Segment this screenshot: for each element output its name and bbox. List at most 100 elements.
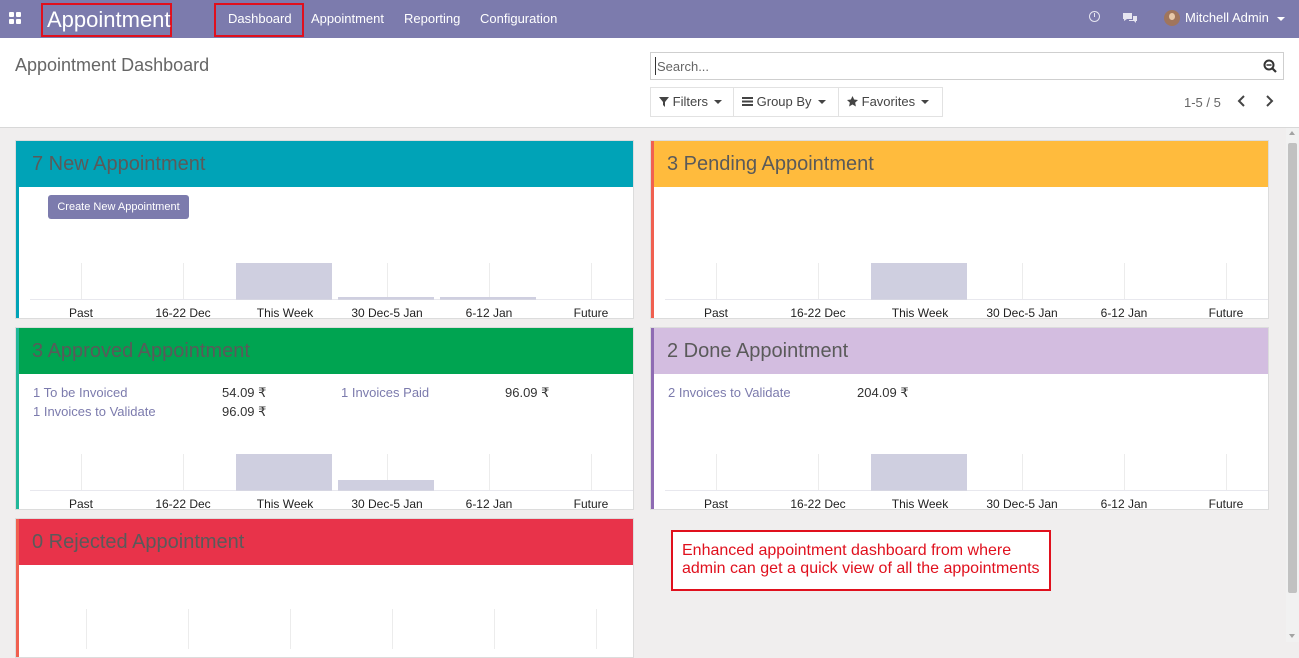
done-chart-label: 6-12 Jan [1100,497,1148,510]
new-chart-label: This Week [256,306,314,319]
user-menu[interactable]: Mitchell Admin [1185,10,1269,25]
apps-menu-icon[interactable] [9,12,21,24]
pager-previous-icon[interactable] [1235,93,1249,109]
new-chart-bar[interactable] [440,297,536,300]
approved-chart-bar[interactable] [542,490,633,491]
menu-configuration[interactable]: Configuration [480,0,557,38]
search-input[interactable] [655,57,1247,75]
pending-chart-label: This Week [891,306,949,319]
favorites-label: Favorites [861,94,916,109]
done-chart-bar[interactable] [769,490,865,491]
new-chart-label: 16-22 Dec [155,306,211,319]
new-card-border [16,141,19,318]
approved-chart-bar[interactable] [32,490,128,491]
invoices-to-validate-link[interactable]: 1 Invoices to Validate [33,404,156,419]
new-chart-bar[interactable] [134,299,230,300]
pending-chart-gridline [1226,263,1227,300]
rejected-card-header[interactable]: 0 Rejected Appointment [16,519,633,565]
done-appointment-card[interactable]: 2 Done Appointment 2 Invoices to Validat… [650,327,1269,510]
done-card-header[interactable]: 2 Done Appointment [651,328,1268,374]
done-chart-column [665,453,767,491]
approved-chart-label: 16-22 Dec [155,497,211,510]
pending-chart-bar[interactable] [667,299,763,300]
done-card-chart: Past 16-22 Dec This Week 30 Dec-5 Jan 6-12 J… [665,434,1268,510]
pending-card-header[interactable]: 3 Pending Appointment [651,141,1268,187]
approved-chart-column [132,453,234,491]
approved-chart-label: Future [573,497,609,510]
new-appointment-card[interactable]: 7 New Appointment Create New Appointment… [15,140,634,319]
approved-chart-column [540,453,633,491]
pending-chart-column [665,262,767,300]
control-panel: Appointment Dashboard Filters Group By F… [0,38,1299,128]
to-be-invoiced-value: 54.09 ₹ [222,385,267,400]
done-chart-bar[interactable] [1075,490,1171,491]
done-chart-bar[interactable] [973,490,1069,491]
approved-appointment-card[interactable]: 3 Approved Appointment 1 To be Invoiced … [15,327,634,510]
new-card-header[interactable]: 7 New Appointment [16,141,633,187]
search-icon[interactable] [1263,59,1277,73]
approved-chart-bar[interactable] [236,454,332,491]
approved-chart-column [438,453,540,491]
approved-card-border [16,328,19,509]
menu-appointment[interactable]: Appointment [311,0,384,38]
pending-chart-column [767,262,869,300]
done-chart-column [1073,453,1175,491]
favorites-button[interactable]: Favorites [838,87,943,117]
pending-chart-label: 16-22 Dec [790,306,846,319]
menu-reporting[interactable]: Reporting [404,0,460,38]
pending-chart-bar[interactable] [1075,299,1171,300]
chat-icon[interactable] [1122,12,1138,24]
app-brand[interactable]: Appointment [41,3,172,37]
new-chart-column [540,262,633,300]
done-chart-bar[interactable] [1177,490,1268,491]
done-chart-column [869,453,971,491]
invoices-paid-link[interactable]: 1 Invoices Paid [341,385,429,400]
pending-chart-gridline [818,263,819,300]
caret-down-icon[interactable] [1277,17,1285,21]
pending-chart-bar[interactable] [1177,299,1268,300]
done-chart-bar[interactable] [871,454,967,491]
scroll-down-icon[interactable] [1289,634,1295,638]
approved-chart-column [30,453,132,491]
rejected-card-border [16,519,19,657]
approved-chart-bar[interactable] [338,480,434,491]
pending-chart-bar[interactable] [973,299,1069,300]
done-chart-gridline [1124,454,1125,491]
rejected-appointment-card[interactable]: 0 Rejected Appointment [15,518,634,658]
to-be-invoiced-link[interactable]: 1 To be Invoiced [33,385,127,400]
done-invoices-to-validate-link[interactable]: 2 Invoices to Validate [668,385,791,400]
done-chart-label: This Week [891,497,949,510]
new-chart-bar[interactable] [236,263,332,300]
invoices-to-validate-value: 96.09 ₹ [222,404,267,419]
pending-chart-label: 6-12 Jan [1100,306,1148,319]
new-chart-gridline [81,263,82,300]
group-by-button[interactable]: Group By [733,87,839,117]
clock-icon[interactable] [1089,11,1100,22]
approved-card-chart: Past 16-22 Dec This Week 30 Dec-5 Jan 6-12 J… [30,434,633,510]
approved-chart-bar[interactable] [134,490,230,491]
scroll-up-icon[interactable] [1289,131,1295,135]
approved-card-header[interactable]: 3 Approved Appointment [16,328,633,374]
approved-chart-bar[interactable] [440,490,536,491]
approved-chart-gridline [591,454,592,491]
pending-chart-label: Past [703,306,728,319]
new-chart-bar[interactable] [542,299,633,300]
approved-chart-label: 6-12 Jan [465,497,513,510]
scrollbar-thumb[interactable] [1288,143,1297,593]
filters-button[interactable]: Filters [650,87,734,117]
avatar[interactable] [1164,10,1180,26]
pending-chart-bar[interactable] [769,299,865,300]
pending-chart-bar[interactable] [871,263,967,300]
pending-appointment-card[interactable]: 3 Pending Appointment Past 16-22 Dec This … [650,140,1269,319]
menu-dashboard[interactable]: Dashboard [228,0,292,38]
new-chart-bar[interactable] [338,297,434,300]
new-chart-column [234,262,336,300]
new-chart-bar[interactable] [32,299,128,300]
pager-next-icon[interactable] [1262,93,1276,109]
create-new-appointment-button[interactable]: Create New Appointment [48,195,189,219]
approved-chart-column [336,453,438,491]
done-chart-bar[interactable] [667,490,763,491]
new-chart-gridline [489,263,490,300]
approved-chart-gridline [489,454,490,491]
pager-value: 1-5 / 5 [1184,95,1221,110]
